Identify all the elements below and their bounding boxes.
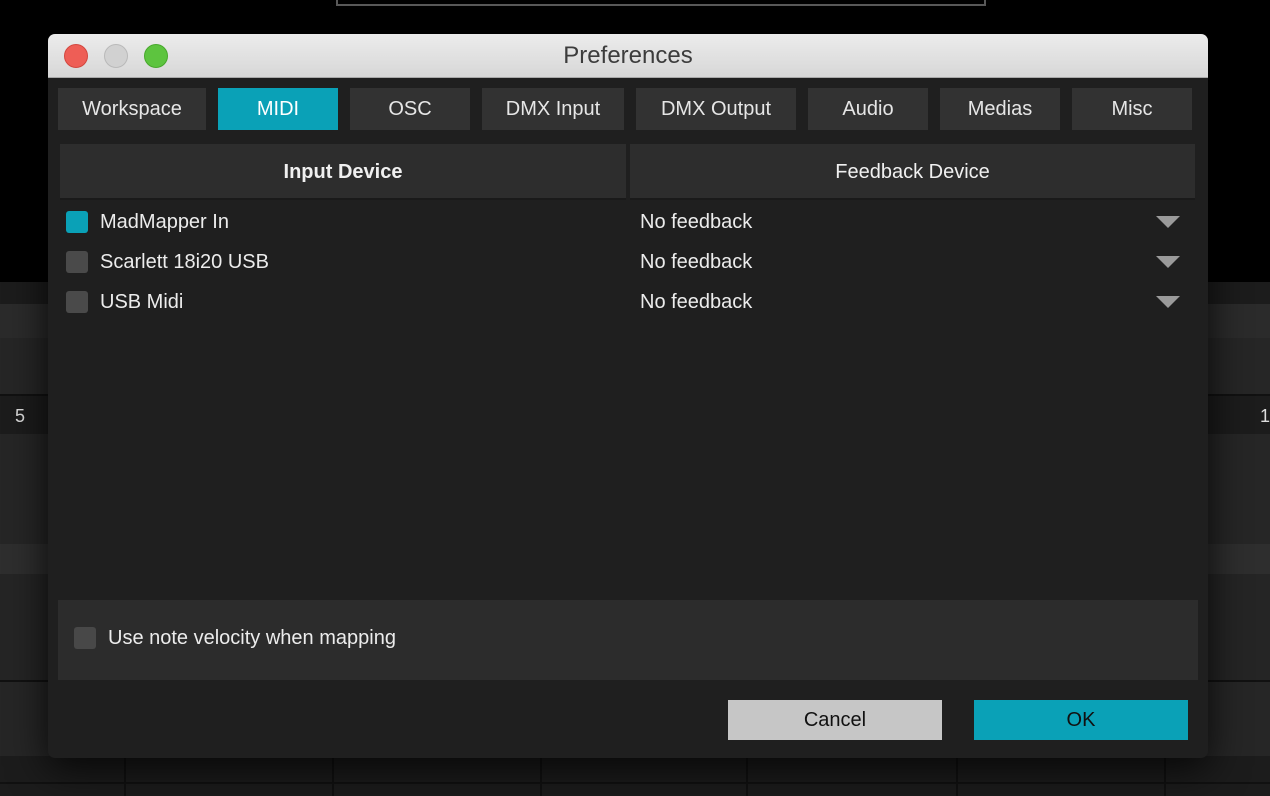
midi-options-panel: Use note velocity when mapping xyxy=(58,600,1198,680)
background-column-divider xyxy=(332,756,334,796)
tab-dmx-input[interactable]: DMX Input xyxy=(482,88,624,130)
feedback-device-value: No feedback xyxy=(640,291,753,313)
device-name: Scarlett 18i20 USB xyxy=(100,251,269,273)
feedback-device-select[interactable]: No feedback xyxy=(640,202,1190,242)
ok-button[interactable]: OK xyxy=(974,700,1188,740)
background-window-frame xyxy=(336,0,986,6)
tab-midi[interactable]: MIDI xyxy=(218,88,338,130)
device-name: MadMapper In xyxy=(100,211,229,233)
background-right-number: 1 xyxy=(1260,406,1270,426)
background-divider xyxy=(0,782,1270,784)
note-velocity-label[interactable]: Use note velocity when mapping xyxy=(108,600,396,676)
table-row: MadMapper In No feedback xyxy=(60,202,1195,242)
preferences-dialog: Preferences Workspace MIDI OSC DMX Input… xyxy=(48,34,1208,758)
device-enabled-checkbox[interactable] xyxy=(66,251,88,273)
tab-osc[interactable]: OSC xyxy=(350,88,470,130)
chevron-down-icon xyxy=(1156,296,1180,308)
feedback-device-column-header[interactable]: Feedback Device xyxy=(630,144,1195,200)
midi-device-table-header: Input Device Feedback Device xyxy=(60,144,1195,200)
tab-audio[interactable]: Audio xyxy=(808,88,928,130)
title-bar[interactable]: Preferences xyxy=(48,34,1208,78)
feedback-device-value: No feedback xyxy=(640,211,753,233)
table-row: Scarlett 18i20 USB No feedback xyxy=(60,242,1195,282)
table-row: USB Midi No feedback xyxy=(60,282,1195,322)
background-column-divider xyxy=(956,756,958,796)
window-title: Preferences xyxy=(563,42,693,69)
tab-medias[interactable]: Medias xyxy=(940,88,1060,130)
background-column-divider xyxy=(1164,756,1166,796)
device-enabled-checkbox[interactable] xyxy=(66,211,88,233)
feedback-device-select[interactable]: No feedback xyxy=(640,282,1190,322)
cancel-button[interactable]: Cancel xyxy=(728,700,942,740)
note-velocity-checkbox[interactable] xyxy=(74,627,96,649)
chevron-down-icon xyxy=(1156,256,1180,268)
background-column-divider xyxy=(124,756,126,796)
preferences-tab-bar: Workspace MIDI OSC DMX Input DMX Output … xyxy=(48,88,1208,130)
chevron-down-icon xyxy=(1156,216,1180,228)
feedback-device-value: No feedback xyxy=(640,251,753,273)
device-enabled-checkbox[interactable] xyxy=(66,291,88,313)
device-name: USB Midi xyxy=(100,291,184,313)
tab-dmx-output[interactable]: DMX Output xyxy=(636,88,796,130)
feedback-device-select[interactable]: No feedback xyxy=(640,242,1190,282)
tab-misc[interactable]: Misc xyxy=(1072,88,1192,130)
tab-workspace[interactable]: Workspace xyxy=(58,88,206,130)
input-device-column-header[interactable]: Input Device xyxy=(60,144,626,200)
background-column-divider xyxy=(746,756,748,796)
background-column-divider xyxy=(540,756,542,796)
background-left-number: 5 xyxy=(15,406,26,426)
